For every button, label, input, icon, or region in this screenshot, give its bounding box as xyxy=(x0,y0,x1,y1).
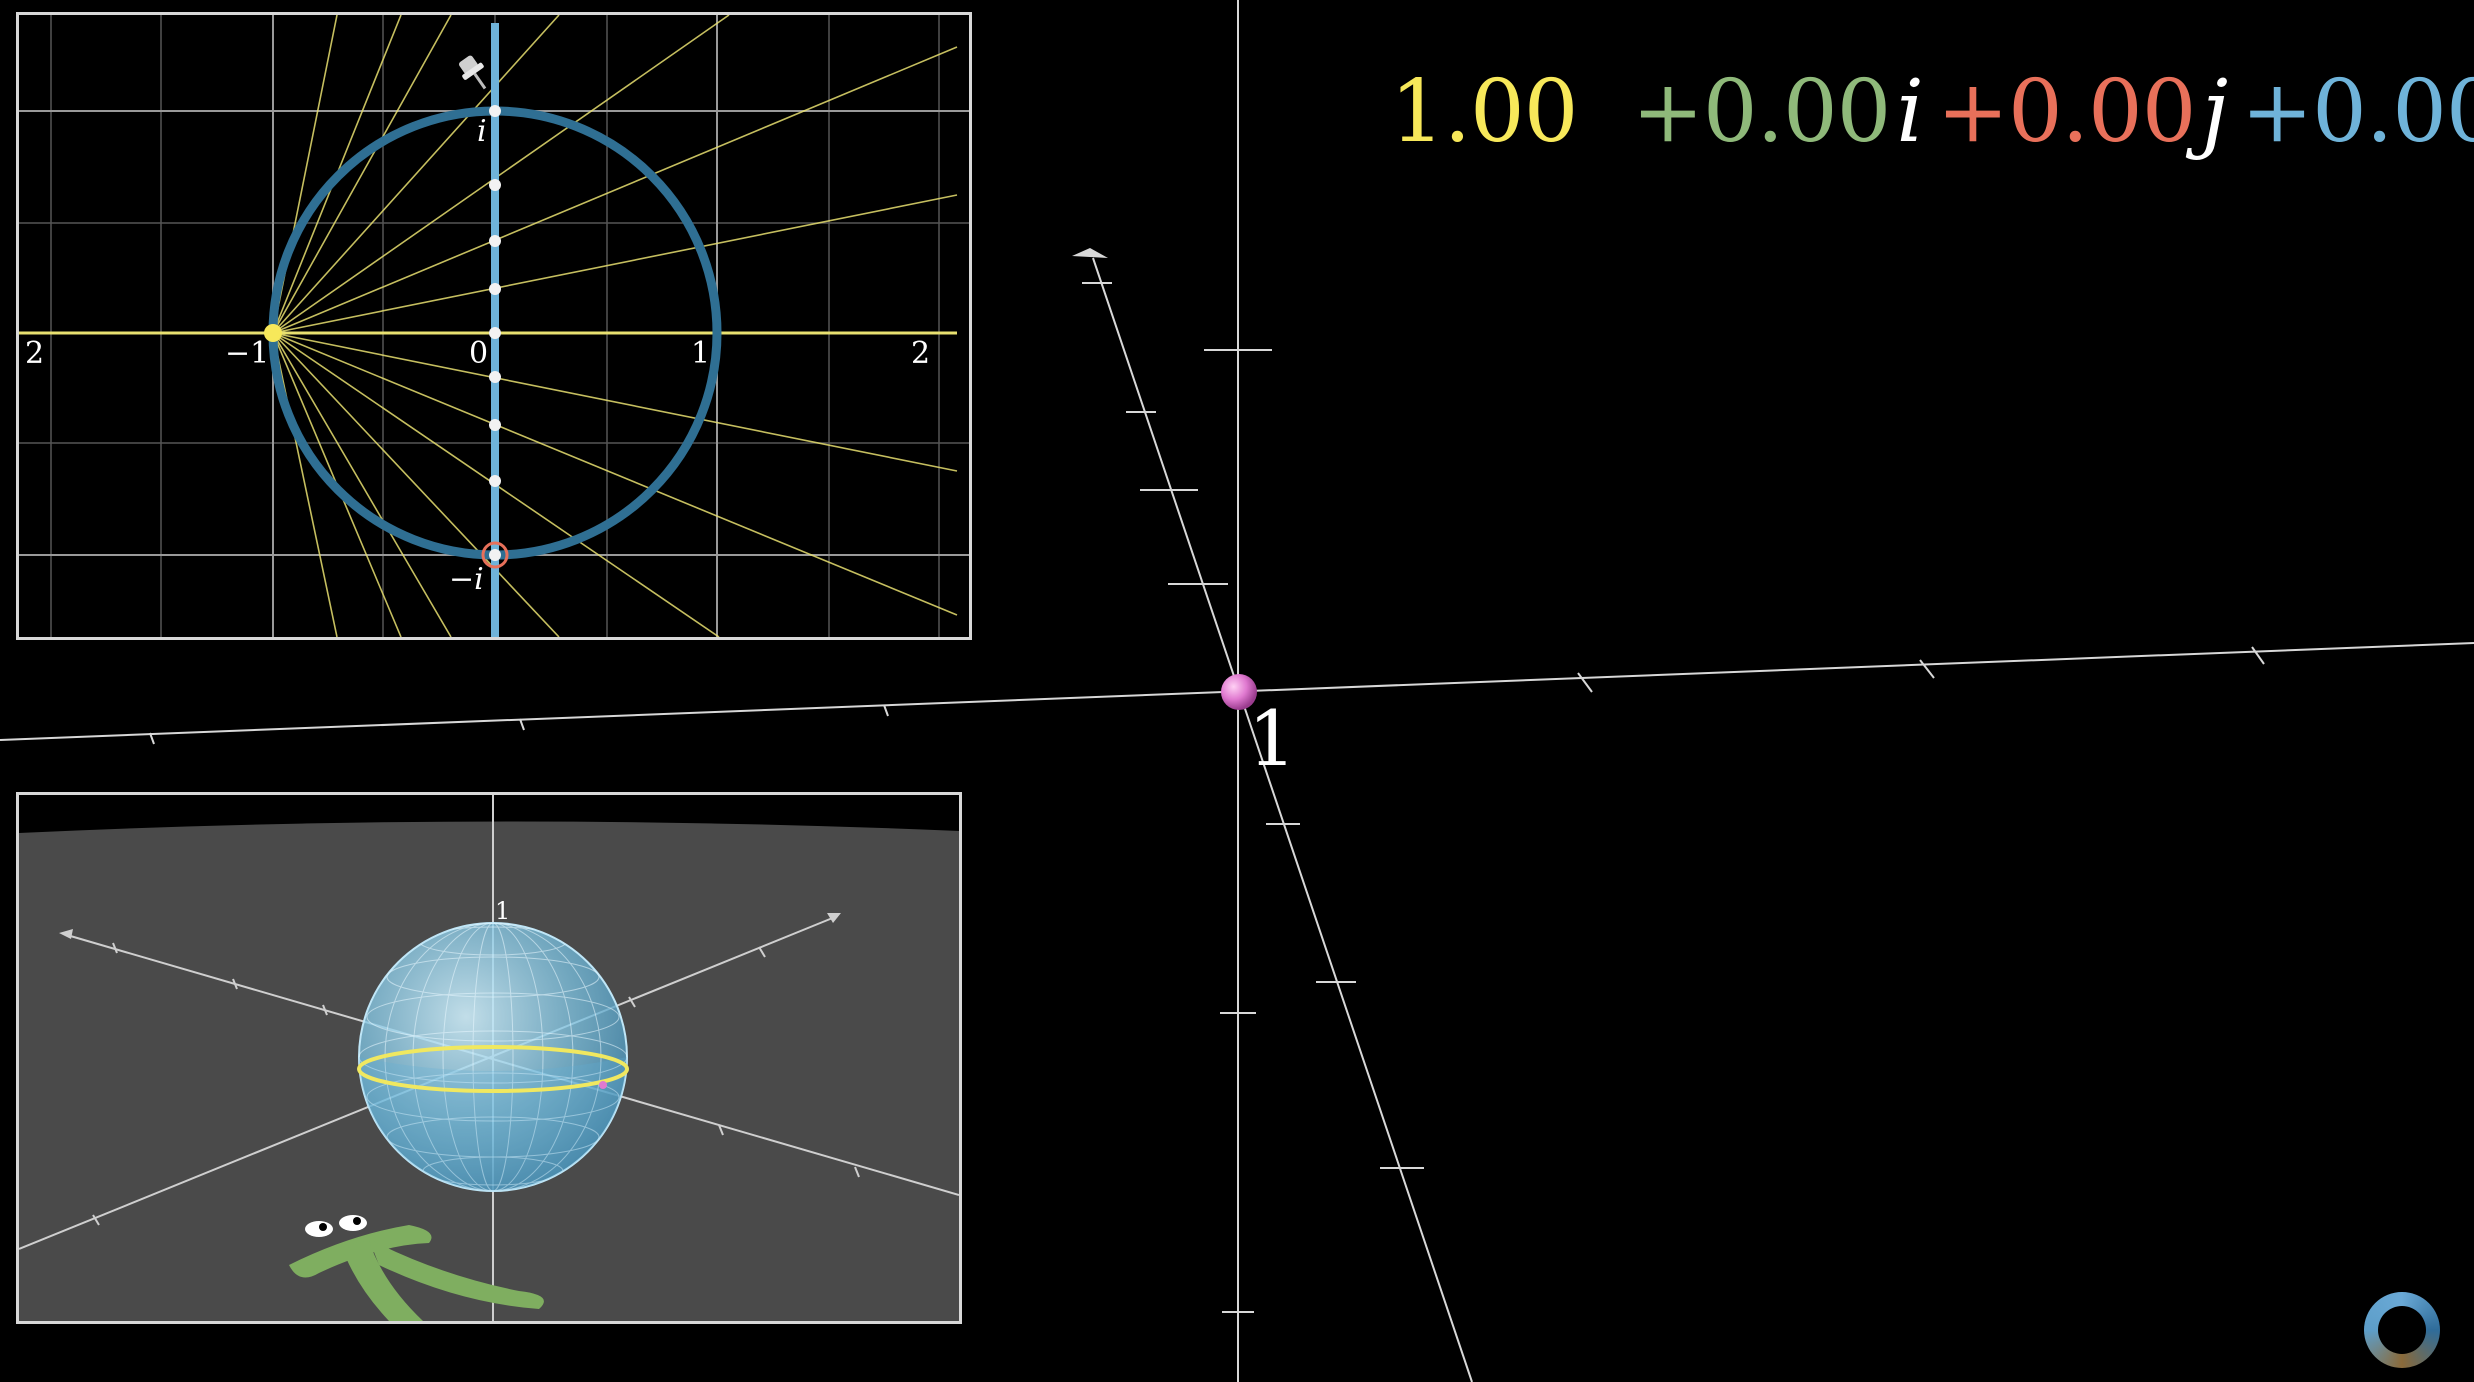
point-label: 1 xyxy=(1248,694,1297,783)
i-unit: i xyxy=(1896,62,1923,162)
sphere-3d-panel: 1 xyxy=(16,792,962,1324)
stereographic-circle-panel: 2 −1 0 1 2 i −i xyxy=(16,12,972,640)
depth-axis xyxy=(1092,257,1473,1382)
sphere-axis-label: 1 xyxy=(495,897,510,925)
j-coefficient: +0.00 xyxy=(1936,62,2197,162)
channel-logo-icon xyxy=(2364,1292,2440,1368)
depth-axis-arrowhead xyxy=(1072,248,1108,258)
horizontal-axis-ticks xyxy=(149,646,2265,745)
quaternion-readout: 1.00 +0.00i+0.00j+0.00k xyxy=(1390,62,2474,162)
tick-label-left-2: 2 xyxy=(25,336,44,371)
pin-icon xyxy=(459,55,487,90)
j-unit: j xyxy=(2201,62,2228,162)
i-label: i xyxy=(477,114,487,149)
sphere-point xyxy=(599,1081,607,1089)
sphere-scene: 1 xyxy=(19,795,959,1321)
tick-label-right-2: 2 xyxy=(911,336,930,371)
minus-i-label: −i xyxy=(449,562,484,597)
projection-lines xyxy=(272,15,958,637)
i-coefficient: +0.00 xyxy=(1631,62,1892,162)
real-part: 1.00 xyxy=(1390,62,1578,162)
tick-label-0: 0 xyxy=(469,336,488,371)
tick-label-1: 1 xyxy=(691,336,710,371)
k-coefficient: +0.00 xyxy=(2241,62,2474,162)
tick-label-minus-1: −1 xyxy=(225,336,269,371)
circle-projection-diagram: 2 −1 0 1 2 i −i xyxy=(19,15,969,637)
